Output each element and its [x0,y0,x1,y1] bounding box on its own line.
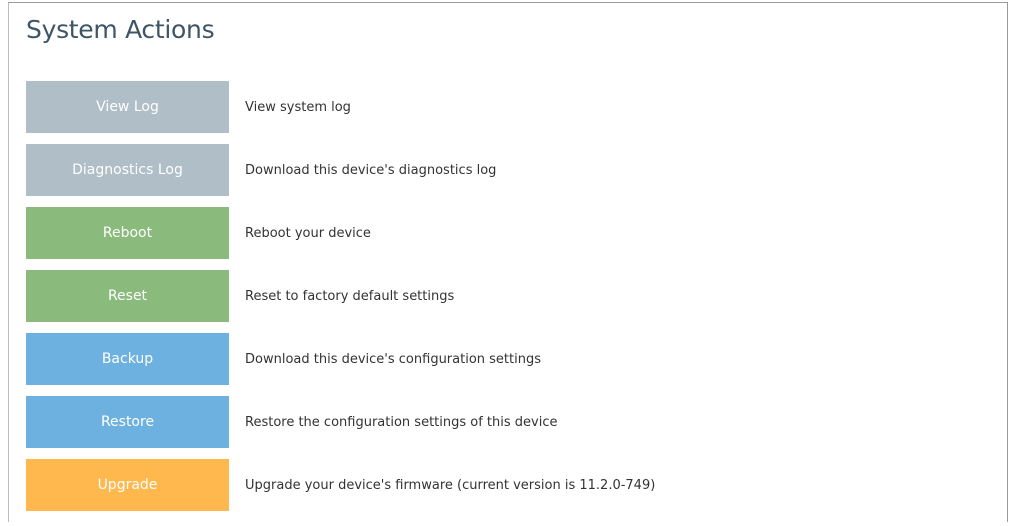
action-row-reboot: Reboot Reboot your device [26,207,986,259]
page-title: System Actions [26,15,215,44]
system-actions-panel: System Actions View Log View system log … [8,2,1008,522]
diagnostics-log-button[interactable]: Diagnostics Log [26,144,229,196]
action-row-reset: Reset Reset to factory default settings [26,270,986,322]
view-log-description: View system log [245,99,351,115]
action-row-upgrade: Upgrade Upgrade your device's firmware (… [26,459,986,511]
reset-button[interactable]: Reset [26,270,229,322]
upgrade-button[interactable]: Upgrade [26,459,229,511]
upgrade-description: Upgrade your device's firmware (current … [245,477,656,493]
restore-description: Restore the configuration settings of th… [245,414,558,430]
diagnostics-log-description: Download this device's diagnostics log [245,162,497,178]
action-row-backup: Backup Download this device's configurat… [26,333,986,385]
action-row-restore: Restore Restore the configuration settin… [26,396,986,448]
view-log-button[interactable]: View Log [26,81,229,133]
reboot-button[interactable]: Reboot [26,207,229,259]
backup-description: Download this device's configuration set… [245,351,541,367]
action-row-view-log: View Log View system log [26,81,986,133]
restore-button[interactable]: Restore [26,396,229,448]
reset-description: Reset to factory default settings [245,288,455,304]
backup-button[interactable]: Backup [26,333,229,385]
action-row-diagnostics-log: Diagnostics Log Download this device's d… [26,144,986,196]
reboot-description: Reboot your device [245,225,371,241]
